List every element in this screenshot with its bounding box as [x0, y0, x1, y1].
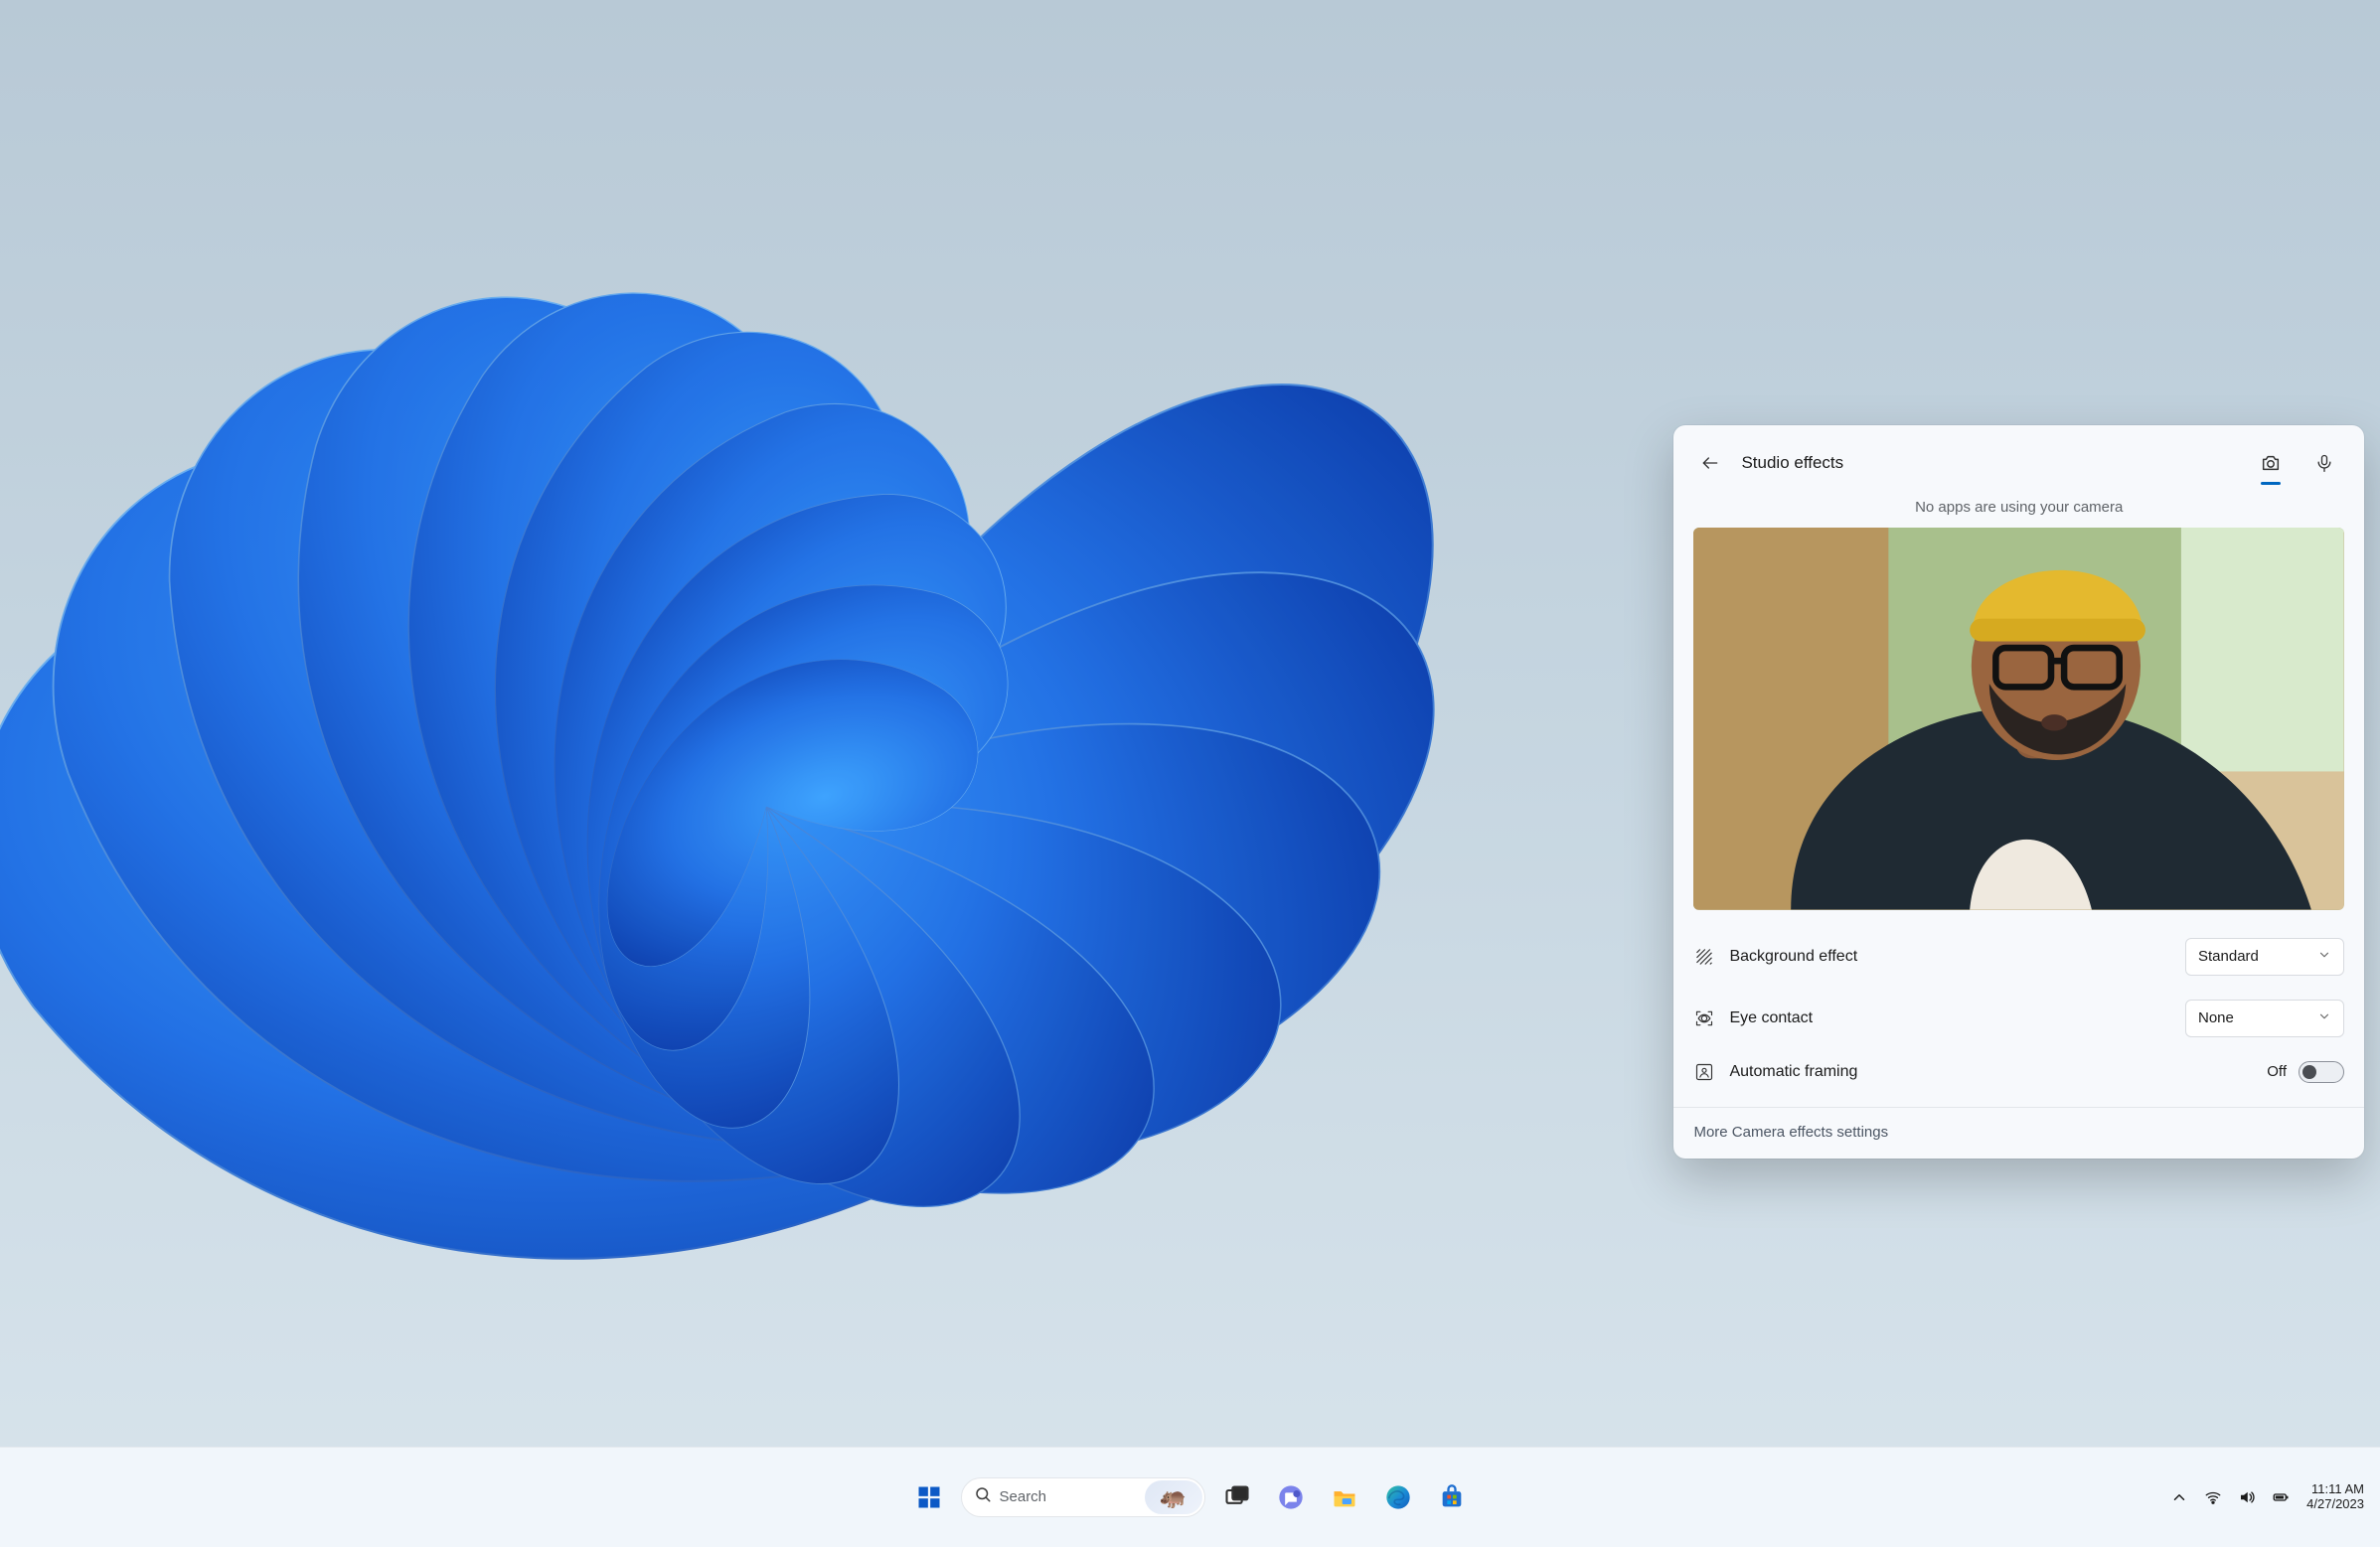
task-view-icon — [1223, 1483, 1251, 1511]
automatic-framing-icon — [1693, 1061, 1715, 1083]
more-camera-effects-link[interactable]: More Camera effects settings — [1693, 1108, 2344, 1159]
clock-time: 11:11 AM — [2306, 1482, 2364, 1497]
search-highlight-icon[interactable]: 🦛 — [1145, 1480, 1202, 1514]
taskbar-clock[interactable]: 11:11 AM 4/27/2023 — [2301, 1482, 2370, 1512]
chevron-down-icon — [2317, 948, 2331, 966]
edge-button[interactable] — [1376, 1475, 1420, 1519]
start-button[interactable] — [907, 1475, 951, 1519]
edge-icon — [1384, 1483, 1412, 1511]
microsoft-store-button[interactable] — [1430, 1475, 1474, 1519]
speaker-icon — [2238, 1488, 2256, 1506]
automatic-framing-toggle[interactable] — [2299, 1061, 2344, 1083]
file-explorer-button[interactable] — [1323, 1475, 1366, 1519]
automatic-framing-state: Off — [2267, 1063, 2287, 1080]
eye-contact-value: None — [2198, 1009, 2234, 1026]
task-view-button[interactable] — [1215, 1475, 1259, 1519]
chat-button[interactable] — [1269, 1475, 1313, 1519]
chevron-down-icon — [2317, 1009, 2331, 1027]
background-effect-dropdown[interactable]: Standard — [2185, 938, 2344, 976]
eye-contact-label: Eye contact — [1729, 1009, 2171, 1027]
battery-icon — [2272, 1488, 2290, 1506]
setting-row-eye-contact: Eye contact None — [1693, 990, 2344, 1047]
taskbar: Search 🦛 — [0, 1447, 2380, 1547]
clock-date: 4/27/2023 — [2306, 1497, 2364, 1512]
store-icon — [1438, 1483, 1466, 1511]
folder-icon — [1331, 1483, 1358, 1511]
flyout-title: Studio effects — [1741, 453, 1843, 473]
setting-row-automatic-framing: Automatic framing Off — [1693, 1051, 2344, 1093]
studio-effects-flyout: Studio effects No apps are using your ca… — [1673, 425, 2364, 1159]
windows-icon — [915, 1483, 943, 1511]
chat-icon — [1277, 1483, 1305, 1511]
search-icon — [974, 1485, 992, 1508]
background-effect-icon — [1693, 946, 1715, 968]
automatic-framing-label: Automatic framing — [1729, 1063, 2253, 1081]
volume-button[interactable] — [2233, 1477, 2261, 1517]
back-button[interactable] — [1693, 446, 1727, 480]
background-effect-value: Standard — [2198, 948, 2259, 965]
camera-status: No apps are using your camera — [1693, 499, 2344, 516]
battery-button[interactable] — [2267, 1477, 2295, 1517]
taskbar-search[interactable]: Search 🦛 — [961, 1477, 1205, 1517]
eye-contact-dropdown[interactable]: None — [2185, 1000, 2344, 1037]
camera-icon — [2260, 452, 2282, 474]
setting-row-background-effect: Background effect Standard — [1693, 928, 2344, 986]
microphone-icon — [2314, 453, 2334, 473]
wifi-icon — [2204, 1488, 2222, 1506]
camera-tab[interactable] — [2251, 443, 2291, 483]
camera-preview — [1693, 528, 2344, 910]
tray-overflow-button[interactable] — [2165, 1477, 2193, 1517]
wifi-button[interactable] — [2199, 1477, 2227, 1517]
eye-contact-icon — [1693, 1007, 1715, 1029]
chevron-up-icon — [2170, 1488, 2188, 1506]
background-effect-label: Background effect — [1729, 948, 2171, 966]
microphone-tab[interactable] — [2304, 443, 2344, 483]
